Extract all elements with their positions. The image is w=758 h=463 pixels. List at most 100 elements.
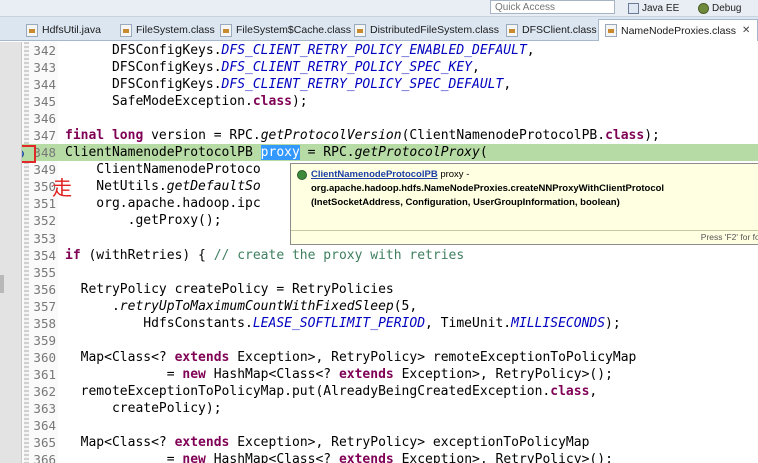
code-line[interactable]: 362 remoteExceptionToPolicyMap.put(Alrea…	[22, 383, 758, 400]
code-line[interactable]: 348 ClientNamenodeProtocolPB proxy = RPC.…	[22, 144, 758, 162]
code-token: (5,	[393, 298, 418, 314]
code-token: NetUtils.	[65, 179, 167, 195]
line-number: 366	[33, 452, 56, 463]
code-line[interactable]: 355	[22, 264, 758, 281]
code-text: DFSConfigKeys.DFS_CLIENT_RETRY_POLICY_SP…	[65, 59, 480, 76]
code-token: ,	[472, 60, 480, 76]
code-token: createPolicy);	[65, 400, 222, 416]
left-side-panel	[0, 42, 22, 463]
code-line[interactable]: 363 createPolicy);	[22, 400, 758, 417]
code-token: class	[605, 128, 645, 144]
code-token: Exception>, RetryPolicy>();	[393, 452, 613, 463]
field-icon	[297, 170, 307, 180]
line-number: 342	[33, 43, 56, 58]
code-token: );	[644, 128, 660, 144]
code-token: Map<Class<?	[65, 435, 175, 451]
tab-filesystem-class[interactable]: FileSystem.class	[114, 19, 220, 41]
handwritten-annotation: 走	[52, 176, 72, 200]
code-line[interactable]: 354 if (withRetries) { // create the prox…	[22, 247, 758, 264]
tab-namenodeproxies-class[interactable]: NameNodeProxies.class ✕	[598, 19, 758, 41]
perspective-java-ee-button[interactable]: Java EE	[628, 0, 679, 16]
hover-type-link[interactable]: ClientNamenodeProtocolPB	[311, 169, 438, 180]
code-text: org.apache.hadoop.ipc	[65, 195, 260, 212]
perspective-debug-button[interactable]: Debug	[698, 0, 741, 16]
code-line[interactable]: 359	[22, 332, 758, 349]
code-token: version = RPC.	[143, 128, 261, 144]
line-number: 352	[33, 213, 56, 229]
code-token: remoteExceptionToPolicyMap.put(AlreadyBe…	[65, 383, 551, 399]
java-ee-perspective-icon	[628, 2, 639, 14]
code-token: Exception>, RetryPolicy>();	[393, 366, 613, 382]
code-token: DFS_CLIENT_RETRY_POLICY_ENABLED_DEFAULT	[221, 43, 527, 58]
line-number: 347	[33, 128, 56, 144]
code-token: Map<Class<?	[65, 349, 175, 365]
code-token: class	[550, 383, 590, 399]
hover-info-popup[interactable]: ClientNamenodeProtocolPB proxy - org.apa…	[290, 163, 758, 245]
line-number: 353	[33, 230, 56, 246]
tab-hdfsutil-java[interactable]: HdfsUtil.java	[20, 19, 112, 41]
code-editor[interactable]: 342 DFSConfigKeys.DFS_CLIENT_RETRY_POLIC…	[22, 42, 758, 463]
code-token: extends	[174, 435, 230, 451]
code-token: getProtocolProxy	[354, 145, 480, 161]
hover-line-1: ClientNamenodeProtocolPB proxy -	[311, 169, 469, 180]
line-number: 362	[33, 383, 56, 399]
code-line[interactable]: 343 DFSConfigKeys.DFS_CLIENT_RETRY_POLIC…	[22, 59, 758, 76]
tab-dfsclient-class[interactable]: DFSClient.class	[500, 19, 598, 41]
code-token: if	[65, 247, 81, 263]
line-number: 360	[33, 349, 56, 365]
hover-line-1-rest: proxy -	[437, 169, 470, 180]
code-line[interactable]: 365 Map<Class<? extends Exception>, Retr…	[22, 434, 758, 451]
code-line[interactable]: 345 SafeModeException.class);	[22, 93, 758, 110]
code-token: DFSConfigKeys.	[65, 43, 222, 58]
code-text: DFSConfigKeys.DFS_CLIENT_RETRY_POLICY_EN…	[65, 42, 535, 59]
selected-token: proxy	[260, 145, 300, 161]
panel-scroll-mark[interactable]	[0, 275, 4, 293]
code-text: ClientNamenodeProtoco	[65, 161, 260, 178]
tab-distributedfilesystem-class[interactable]: DistributedFileSystem.class	[348, 19, 502, 41]
tab-label: DFSClient.class	[522, 24, 597, 36]
code-line[interactable]: 358 HdfsConstants.LEASE_SOFTLIMIT_PERIOD…	[22, 315, 758, 332]
close-tab-icon[interactable]: ✕	[742, 25, 750, 36]
top-toolbar: Quick Access Java EE Debug	[0, 0, 758, 17]
debug-bug-icon	[698, 2, 709, 14]
line-number: 358	[33, 315, 56, 331]
code-line[interactable]: 346	[22, 110, 758, 127]
code-line[interactable]: 347 final long version = RPC.getProtocolV…	[22, 127, 758, 144]
line-number: 343	[33, 60, 56, 76]
code-line[interactable]: 344 DFSConfigKeys.DFS_CLIENT_RETRY_POLIC…	[22, 76, 758, 93]
hover-line-2: org.apache.hadoop.hdfs.NameNodeProxies.c…	[311, 183, 665, 194]
code-token: ,	[589, 383, 598, 399]
code-token: class	[252, 94, 292, 110]
code-lines: 342 DFSConfigKeys.DFS_CLIENT_RETRY_POLIC…	[22, 42, 758, 463]
breakpoint-icon[interactable]	[22, 150, 24, 158]
quick-access-input[interactable]: Quick Access	[490, 0, 615, 14]
code-line[interactable]: 366 = new HashMap<Class<? extends Except…	[22, 451, 758, 463]
code-token: HdfsConstants.	[65, 315, 253, 331]
tab-label: HdfsUtil.java	[42, 24, 101, 36]
line-number: 365	[33, 435, 56, 451]
line-number: 359	[33, 332, 56, 348]
code-line[interactable]: 364	[22, 417, 758, 434]
code-text: HdfsConstants.LEASE_SOFTLIMIT_PERIOD, Ti…	[65, 315, 620, 332]
code-token: LEASE_SOFTLIMIT_PERIOD	[252, 315, 426, 331]
code-token: =	[65, 366, 183, 382]
line-number: 346	[33, 111, 56, 127]
code-text: Map<Class<? extends Exception>, RetryPol…	[65, 434, 590, 451]
tab-label: DistributedFileSystem.class	[370, 24, 499, 36]
line-number: 363	[33, 400, 56, 416]
code-token: retryUpToMaximumCountWithFixedSleep	[119, 298, 394, 314]
code-token: = RPC.	[299, 145, 355, 161]
code-line[interactable]: 342 DFSConfigKeys.DFS_CLIENT_RETRY_POLIC…	[22, 42, 758, 59]
code-token: (	[479, 145, 488, 161]
tab-filesystem-cache-class[interactable]: FileSystem$Cache.class	[214, 19, 352, 41]
code-token: (ClientNamenodeProtocolPB.	[401, 128, 606, 144]
tab-label: NameNodeProxies.class	[621, 24, 736, 37]
code-token: HashMap<Class<?	[205, 366, 339, 382]
perspective-label: Debug	[712, 2, 742, 14]
code-line[interactable]: 357 .retryUpToMaximumCountWithFixedSleep…	[22, 298, 758, 315]
code-line[interactable]: 356 RetryPolicy createPolicy = RetryPoli…	[22, 281, 758, 298]
perspective-label: Java EE	[642, 2, 680, 14]
code-line[interactable]: 361 = new HashMap<Class<? extends Except…	[22, 366, 758, 383]
code-line[interactable]: 360 Map<Class<? extends Exception>, Retr…	[22, 349, 758, 366]
code-text: .getProxy();	[65, 212, 222, 229]
